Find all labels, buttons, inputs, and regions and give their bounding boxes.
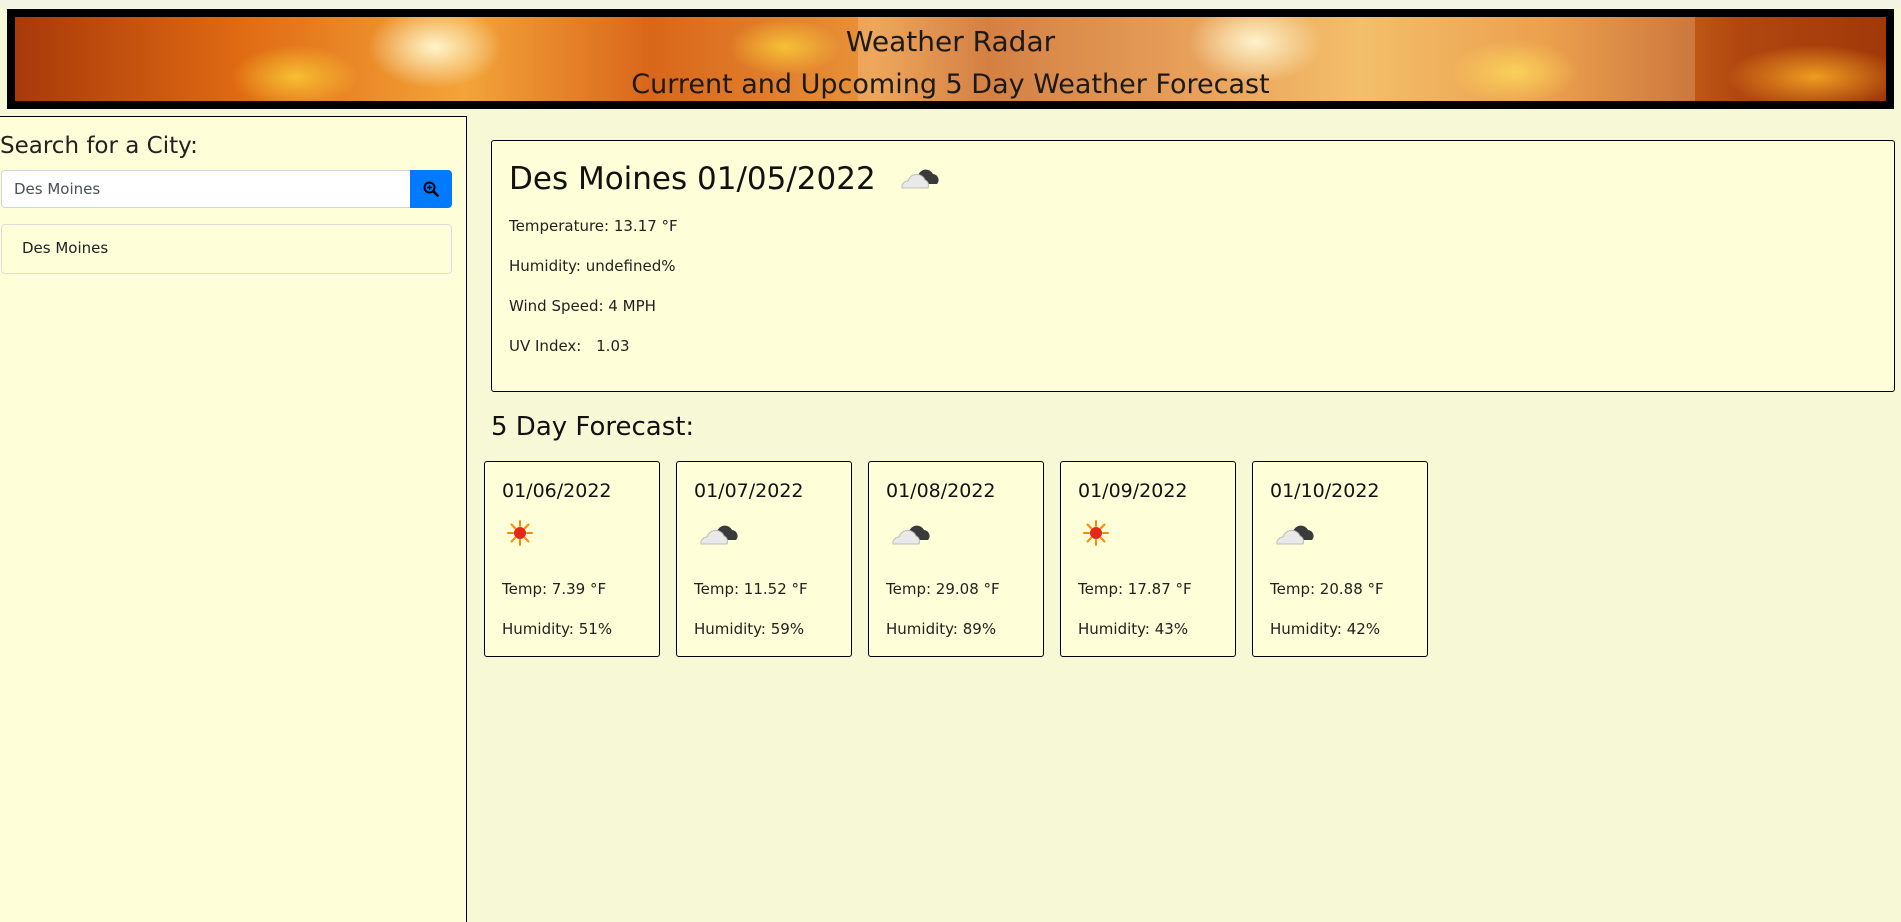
forecast-card: 01/07/2022 Temp: 11.52 °F Humidity: 59%	[676, 461, 852, 657]
uv-index-label: UV Index:	[509, 337, 582, 355]
forecast-temp: Temp: 29.08 °F	[886, 580, 1000, 598]
forecast-heading: 5 Day Forecast:	[491, 412, 695, 442]
forecast-card: 01/09/2022 Temp: 17.87 °F Humidity: 43%	[1060, 461, 1236, 657]
sun-icon	[505, 518, 535, 552]
forecast-humidity: Humidity: 59%	[694, 620, 805, 638]
current-wind-speed: Wind Speed: 4 MPH	[509, 297, 656, 315]
forecast-card: 01/10/2022 Temp: 20.88 °F Humidity: 42%	[1252, 461, 1428, 657]
main-content: Des Moines 01/05/2022 Temperature: 13.17…	[468, 116, 1901, 922]
page-title: Weather Radar	[845, 25, 1056, 58]
forecast-humidity: Humidity: 43%	[1078, 620, 1189, 638]
page-subtitle: Current and Upcoming 5 Day Weather Forec…	[631, 69, 1270, 100]
forecast-date: 01/09/2022	[1078, 480, 1188, 502]
search-icon	[423, 181, 439, 197]
current-temperature: Temperature: 13.17 °F	[509, 217, 678, 235]
forecast-temp: Temp: 17.87 °F	[1078, 580, 1192, 598]
forecast-temp: Temp: 20.88 °F	[1270, 580, 1384, 598]
forecast-card: 01/06/2022 Temp: 7.39 °F Humidity: 51%	[484, 461, 660, 657]
sun-icon	[1081, 518, 1111, 552]
forecast-date: 01/10/2022	[1270, 480, 1380, 502]
forecast-humidity: Humidity: 42%	[1270, 620, 1381, 638]
forecast-date: 01/08/2022	[886, 480, 996, 502]
uv-index-value: 1.03	[596, 337, 630, 355]
top-strip	[0, 0, 1901, 8]
cloud-icon	[1273, 518, 1317, 552]
forecast-humidity: Humidity: 89%	[886, 620, 997, 638]
cloud-icon	[697, 518, 741, 552]
current-weather-title: Des Moines 01/05/2022	[509, 161, 942, 200]
forecast-date: 01/07/2022	[694, 480, 804, 502]
forecast-humidity: Humidity: 51%	[502, 620, 613, 638]
forecast-card: 01/08/2022 Temp: 29.08 °F Humidity: 89%	[868, 461, 1044, 657]
city-search-input[interactable]	[1, 170, 411, 208]
forecast-temp: Temp: 7.39 °F	[502, 580, 607, 598]
current-weather-card: Des Moines 01/05/2022 Temperature: 13.17…	[491, 140, 1895, 392]
search-heading: Search for a City:	[0, 133, 198, 159]
forecast-date: 01/06/2022	[502, 480, 612, 502]
current-city-date: Des Moines 01/05/2022	[509, 161, 876, 197]
header-banner: Weather Radar Current and Upcoming 5 Day…	[7, 9, 1894, 109]
sidebar: Search for a City: Des Moines	[0, 116, 467, 922]
cloud-icon	[898, 162, 942, 200]
search-button[interactable]	[410, 170, 452, 208]
current-uv-index: UV Index: 1.03	[509, 337, 630, 355]
cloud-icon	[889, 518, 933, 552]
forecast-temp: Temp: 11.52 °F	[694, 580, 808, 598]
history-item-des-moines[interactable]: Des Moines	[1, 224, 452, 274]
current-humidity: Humidity: undefined%	[509, 257, 676, 275]
